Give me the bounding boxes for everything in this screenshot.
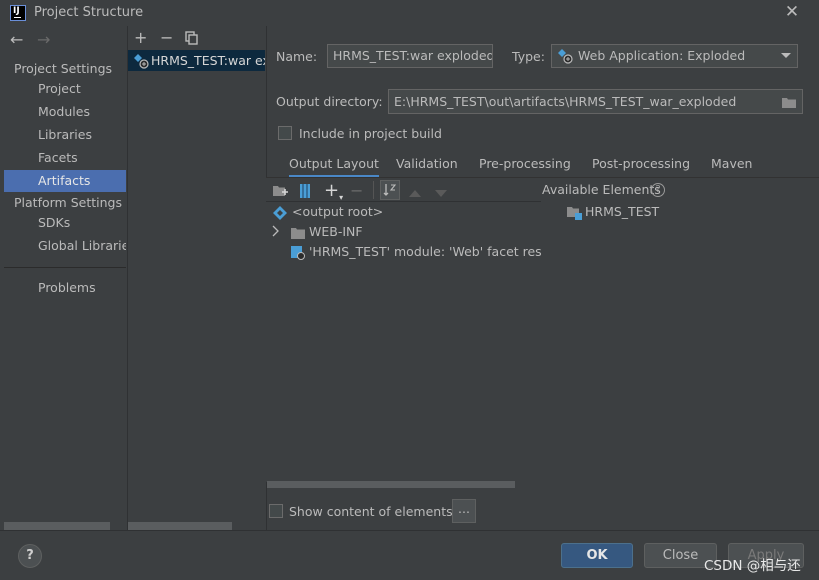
forward-arrow-icon[interactable]: → (37, 30, 50, 49)
folder-icon (291, 227, 305, 239)
show-content-checkbox[interactable] (269, 504, 283, 518)
include-in-build-checkbox[interactable] (278, 126, 292, 140)
sidebar-divider (4, 267, 126, 268)
tree-row-web-facet-resources[interactable]: 'HRMS_TEST' module: 'Web' facet resou (309, 242, 541, 262)
sidebar-scrollbar[interactable] (4, 522, 110, 530)
panel-splitter[interactable] (541, 178, 542, 488)
window-title: Project Structure (34, 5, 144, 20)
sidebar-item-modules[interactable]: Modules (4, 101, 126, 123)
remove-element-icon[interactable]: − (350, 183, 368, 199)
sidebar-item-project[interactable]: Project (4, 78, 126, 100)
sort-elements-toggle[interactable] (380, 180, 400, 200)
sidebar-item-global-libraries[interactable]: Global Libraries (4, 235, 126, 257)
sidebar-item-sdks[interactable]: SDKs (4, 212, 126, 234)
add-artifact-icon[interactable]: + (134, 30, 147, 46)
artifact-type-select[interactable]: Web Application: Exploded (551, 44, 798, 68)
sidebar-item-problems[interactable]: Problems (4, 277, 126, 299)
project-settings-header: Project Settings (14, 61, 113, 76)
new-directory-icon[interactable] (272, 183, 290, 199)
close-window-button[interactable]: ✕ (783, 3, 801, 21)
tree-row-web-inf[interactable]: WEB-INF (309, 222, 363, 242)
platform-settings-header: Platform Settings (14, 195, 122, 210)
output-directory-input[interactable]: E:\HRMS_TEST\out\artifacts\HRMS_TEST_war… (388, 89, 803, 114)
tree-horizontal-scrollbar[interactable] (267, 481, 515, 488)
move-up-icon[interactable] (409, 185, 427, 201)
toolbar-separator (373, 181, 374, 199)
name-label: Name: (276, 49, 318, 64)
module-folder-icon (567, 206, 582, 220)
show-content-options-button[interactable]: ... (452, 499, 476, 523)
artifact-list-scrollbar[interactable] (128, 522, 232, 530)
sidebar-item-libraries[interactable]: Libraries (4, 124, 126, 146)
include-in-build-label: Include in project build (299, 126, 442, 141)
remove-artifact-icon[interactable]: − (160, 30, 173, 46)
sidebar-item-facets[interactable]: Facets (4, 147, 126, 169)
browse-folder-icon[interactable] (782, 96, 796, 108)
tree-row-output-root[interactable]: <output root> (292, 202, 383, 222)
web-artifact-icon (557, 48, 573, 64)
back-arrow-icon[interactable]: ← (10, 30, 23, 49)
copy-icon[interactable] (185, 31, 199, 45)
available-module-item[interactable]: HRMS_TEST (585, 202, 659, 222)
chevron-down-icon[interactable] (781, 53, 791, 58)
type-label: Type: (512, 49, 545, 64)
add-element-icon[interactable]: +▾ (324, 182, 343, 203)
move-down-icon[interactable] (435, 186, 453, 202)
ok-button[interactable]: OK (561, 543, 633, 568)
tab-maven[interactable]: Maven (711, 156, 752, 178)
intellij-logo-icon (10, 5, 26, 21)
tab-pre-processing[interactable]: Pre-processing (479, 156, 571, 178)
module-resource-icon (291, 246, 305, 260)
web-artifact-icon (133, 53, 149, 69)
output-root-icon (273, 206, 287, 220)
tab-validation[interactable]: Validation (396, 156, 458, 178)
watermark: CSDN @相与还 (704, 558, 801, 574)
tab-post-processing[interactable]: Post-processing (592, 156, 690, 178)
tab-output-layout[interactable]: Output Layout (289, 156, 379, 178)
artifact-name-input[interactable]: HRMS_TEST:war exploded (327, 44, 493, 68)
sidebar-item-artifacts[interactable]: Artifacts (4, 170, 126, 192)
output-directory-label: Output directory: (276, 94, 383, 109)
create-archive-icon[interactable] (298, 183, 316, 199)
artifact-list-panel (127, 26, 265, 530)
available-elements-label: Available Elements (542, 182, 661, 197)
show-content-label: Show content of elements (289, 504, 453, 519)
help-button[interactable]: ? (18, 544, 42, 568)
help-icon[interactable]: ? (651, 183, 665, 197)
expand-chevron-icon[interactable] (272, 225, 280, 240)
